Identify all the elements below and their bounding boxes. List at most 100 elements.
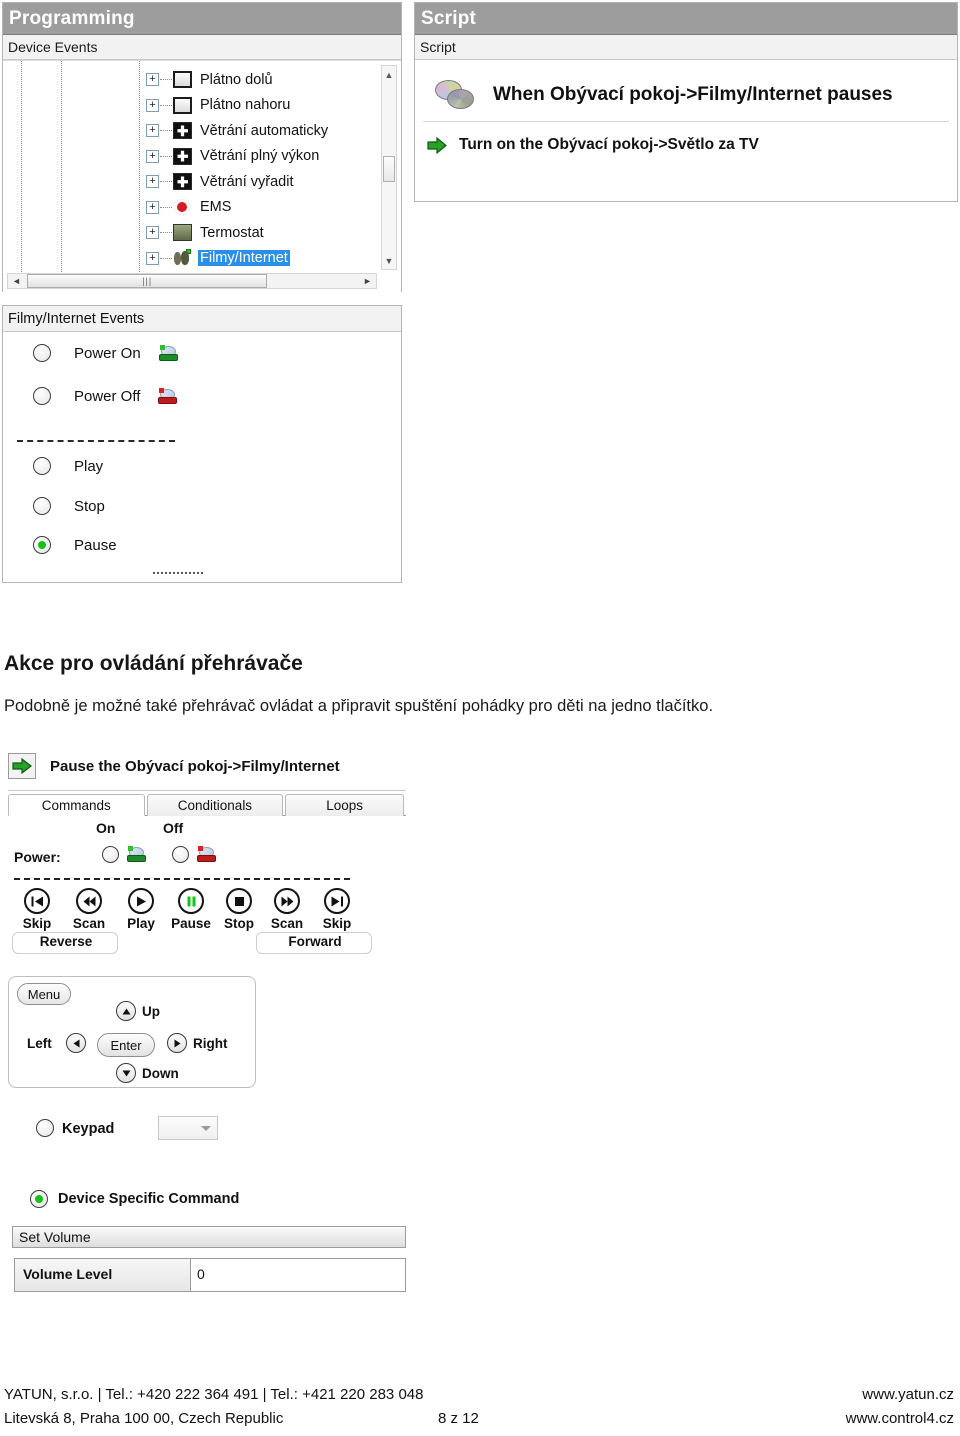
scroll-up-icon[interactable]: ▲: [382, 67, 396, 82]
power-on-option[interactable]: [102, 846, 147, 863]
radio-icon[interactable]: [33, 344, 51, 362]
keypad-select[interactable]: [158, 1116, 218, 1140]
page-paragraph: Podobně je možné také přehrávač ovládat …: [4, 697, 714, 715]
tree-row[interactable]: + Termostat: [3, 220, 371, 246]
enter-button[interactable]: Enter: [97, 1033, 155, 1057]
tree-item-label: Větrání plný výkon: [200, 148, 320, 165]
green-arrow-icon: [427, 136, 447, 154]
expand-icon[interactable]: +: [146, 175, 159, 189]
radio-icon[interactable]: [33, 457, 51, 475]
tree-row[interactable]: + Větrání automaticky: [3, 118, 371, 144]
script-content[interactable]: When Obývací pokoj->Filmy/Internet pause…: [415, 60, 957, 154]
scan-forward-icon: [274, 888, 300, 914]
radio-icon[interactable]: [33, 497, 51, 515]
expand-icon[interactable]: +: [146, 98, 159, 112]
up-button[interactable]: [116, 1001, 136, 1021]
green-arrow-icon: [8, 753, 36, 779]
left-button[interactable]: [66, 1033, 86, 1053]
radio-icon[interactable]: [102, 846, 119, 863]
expand-icon[interactable]: +: [146, 149, 159, 163]
event-option-play[interactable]: Play: [33, 457, 103, 475]
tab-loops[interactable]: Loops: [285, 794, 405, 816]
tree-row[interactable]: + Plátno nahoru: [3, 93, 371, 119]
radio-icon[interactable]: [172, 846, 189, 863]
scroll-down-icon[interactable]: ▼: [382, 253, 396, 268]
media-discs-icon: [435, 79, 479, 110]
scroll-right-icon[interactable]: ►: [359, 276, 376, 286]
programming-panel: Programming Device Events + Plátno dolů …: [2, 2, 402, 292]
radio-icon[interactable]: [36, 1119, 54, 1137]
tree-row[interactable]: + Větrání vyřadit: [3, 169, 371, 195]
tree-item-list: + Plátno dolů + Plátno nahoru + Větrání …: [3, 67, 371, 271]
page-footer: YATUN, s.r.o. | Tel.: +420 222 364 491 |…: [0, 1386, 960, 1436]
down-button[interactable]: [116, 1063, 136, 1083]
event-label: Power Off: [74, 387, 141, 405]
event-label: Power On: [74, 344, 141, 362]
horizontal-scroll-thumb[interactable]: |||: [27, 274, 268, 288]
event-option-power-off[interactable]: Power Off: [33, 387, 178, 405]
command-header-text: Pause the Obývací pokoj->Filmy/Internet: [50, 757, 340, 775]
scan-forward-button[interactable]: [274, 888, 300, 914]
menu-button[interactable]: Menu: [17, 983, 71, 1005]
tree-item-label: Plátno nahoru: [200, 97, 291, 114]
tree-connector: [160, 79, 172, 81]
event-option-pause[interactable]: Pause: [33, 536, 117, 554]
reverse-group-label: Reverse: [30, 934, 102, 949]
device-events-tree[interactable]: + Plátno dolů + Plátno nahoru + Větrání …: [3, 60, 401, 292]
power-row-label: Power:: [14, 849, 61, 865]
skip-reverse-button[interactable]: [24, 888, 50, 914]
tree-connector: [160, 232, 172, 234]
script-when-row[interactable]: When Obývací pokoj->Filmy/Internet pause…: [423, 68, 949, 122]
tree-horizontal-scrollbar[interactable]: ◄ ||| ►: [7, 273, 377, 289]
command-select[interactable]: Set Volume: [12, 1226, 406, 1248]
tree-vertical-scrollbar[interactable]: ▲ ▼: [381, 65, 397, 270]
skip-forward-button[interactable]: [324, 888, 350, 914]
tree-row[interactable]: + Plátno dolů: [3, 67, 371, 93]
scan-reverse-button[interactable]: [76, 888, 102, 914]
power-divider: [14, 878, 350, 880]
script-subheader: Script: [415, 35, 957, 60]
tree-item-label: Větrání vyřadit: [200, 173, 294, 190]
keypad-label: Keypad: [62, 1121, 115, 1137]
stop-button[interactable]: [226, 888, 252, 914]
expand-icon[interactable]: +: [146, 73, 159, 87]
fan-icon: [173, 122, 192, 140]
play-button[interactable]: [128, 888, 154, 914]
script-panel-title: Script: [415, 3, 957, 35]
power-off-option[interactable]: [172, 846, 217, 863]
expand-icon[interactable]: +: [146, 200, 159, 214]
event-option-stop[interactable]: Stop: [33, 497, 105, 515]
parameter-value-cell[interactable]: 0: [191, 1259, 405, 1291]
stop-icon: [226, 888, 252, 914]
tab-conditionals[interactable]: Conditionals: [146, 794, 284, 816]
tree-connector: [160, 130, 172, 132]
tree-row[interactable]: + Větrání plný výkon: [3, 144, 371, 170]
up-label: Up: [142, 1004, 160, 1019]
expand-icon[interactable]: +: [146, 124, 159, 138]
device-events-header: Device Events: [3, 35, 401, 60]
tree-item-label: Plátno dolů: [200, 71, 273, 88]
expand-icon[interactable]: +: [146, 251, 159, 265]
tab-commands[interactable]: Commands: [8, 794, 145, 816]
scroll-left-icon[interactable]: ◄: [8, 276, 25, 286]
event-option-power-on[interactable]: Power On: [33, 344, 179, 362]
radio-icon[interactable]: [33, 387, 51, 405]
radio-icon-selected[interactable]: [33, 536, 51, 554]
media-icon: [173, 248, 192, 267]
footer-url-control4[interactable]: www.control4.cz: [846, 1410, 954, 1427]
tree-item-label: Filmy/Internet: [198, 250, 290, 267]
dvd-green-icon: [127, 846, 147, 863]
skip-reverse-label: Skip: [22, 916, 52, 931]
pause-button[interactable]: [178, 888, 204, 914]
power-column-headers: On Off: [0, 820, 410, 842]
radio-icon-selected[interactable]: [30, 1190, 48, 1208]
expand-icon[interactable]: +: [146, 226, 159, 240]
events-divider: [17, 440, 175, 442]
hscroll-track[interactable]: |||: [25, 274, 359, 288]
vertical-scroll-thumb[interactable]: [383, 156, 395, 182]
right-button[interactable]: [167, 1033, 187, 1053]
footer-url-yatun[interactable]: www.yatun.cz: [862, 1386, 954, 1403]
script-action-row[interactable]: Turn on the Obývací pokoj->Světlo za TV: [415, 122, 957, 154]
tree-row-selected[interactable]: + Filmy/Internet: [3, 246, 371, 272]
tree-row[interactable]: + EMS: [3, 195, 371, 221]
